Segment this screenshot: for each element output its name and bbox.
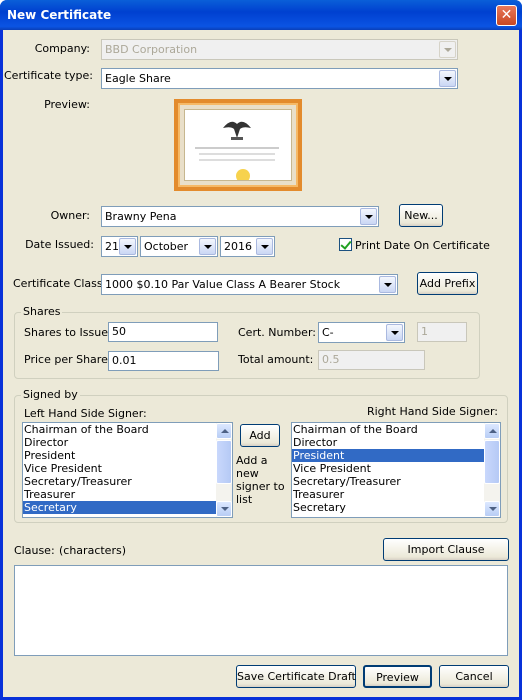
certificate-class-select[interactable]: 1000 $0.10 Par Value Class A Bearer Stoc… (101, 274, 398, 295)
certificate-class-value: 1000 $0.10 Par Value Class A Bearer Stoc… (105, 278, 341, 291)
owner-value: Brawny Pena (105, 210, 177, 223)
price-per-share-input[interactable]: 0.01 (108, 351, 219, 371)
date-issued-label: Date Issued: (25, 238, 94, 251)
company-label: Company: (34, 42, 90, 55)
clause-characters: (characters) (59, 544, 126, 557)
left-signer-label: Left Hand Side Signer: (24, 407, 147, 420)
left-signer-items: Chairman of the Board Director President Vi… (23, 423, 232, 514)
left-signer-item[interactable]: Chairman of the Board (23, 423, 232, 436)
close-icon[interactable]: ✕ (496, 5, 517, 26)
window-title: New Certificate (7, 8, 112, 22)
scroll-down-icon[interactable] (216, 501, 232, 517)
scroll-up-icon[interactable] (484, 423, 500, 439)
print-date-label: Print Date On Certificate (355, 239, 490, 252)
scroll-down-icon[interactable] (484, 501, 500, 517)
signed-by-legend: Signed by (21, 388, 80, 401)
left-signer-item[interactable]: Director (23, 436, 232, 449)
owner-select[interactable]: Brawny Pena (101, 206, 379, 227)
right-signer-item[interactable]: Vice President (292, 462, 500, 475)
price-per-share-label: Price per Share: (24, 353, 112, 366)
chevron-down-icon[interactable] (360, 208, 377, 225)
day-value: 21 (105, 240, 119, 253)
left-signer-item[interactable]: President (23, 449, 232, 462)
add-prefix-button[interactable]: Add Prefix (417, 272, 478, 295)
clause-label: Clause: (14, 544, 55, 557)
owner-label: Owner: (50, 209, 90, 222)
clause-textarea[interactable] (14, 565, 508, 656)
chevron-down-icon[interactable] (439, 70, 456, 87)
certificate-type-select[interactable]: Eagle Share (101, 68, 458, 89)
shares-legend: Shares (21, 305, 63, 318)
scroll-up-icon[interactable] (216, 423, 232, 439)
certificate-preview-image (174, 99, 302, 191)
chevron-down-icon[interactable] (379, 276, 396, 293)
day-select[interactable]: 21 (101, 236, 138, 257)
year-select[interactable]: 2016 (220, 236, 275, 257)
right-signer-item[interactable]: Chairman of the Board (292, 423, 500, 436)
left-signer-item[interactable]: Secretary (23, 501, 232, 514)
left-signer-item[interactable]: Secretary/Treasurer (23, 475, 232, 488)
company-select: BBD Corporation (101, 39, 458, 60)
left-signer-item[interactable]: Vice President (23, 462, 232, 475)
title-bar[interactable]: New Certificate ✕ (0, 0, 522, 30)
left-signer-item[interactable]: Treasurer (23, 488, 232, 501)
print-date-checkbox[interactable] (339, 238, 352, 251)
right-signer-label: Right Hand Side Signer: (366, 405, 498, 418)
cancel-button[interactable]: Cancel (439, 665, 509, 688)
cert-number-prefix-select[interactable]: C- (318, 322, 405, 343)
right-signer-list[interactable]: Chairman of the Board Director President Vi… (291, 422, 501, 518)
scroll-thumb[interactable] (484, 440, 500, 484)
chevron-down-icon[interactable] (386, 324, 403, 341)
right-signer-item[interactable]: President (292, 449, 500, 462)
certificate-type-value: Eagle Share (105, 72, 171, 85)
cert-number-input: 1 (417, 322, 467, 342)
add-signer-hint: Add a new signer to list (236, 454, 285, 506)
scroll-thumb[interactable] (216, 440, 232, 484)
month-select[interactable]: October (140, 236, 218, 257)
shares-to-issue-input[interactable]: 50 (108, 322, 218, 342)
certificate-type-label: Certificate type: (4, 69, 93, 82)
cert-number-label: Cert. Number: (238, 326, 316, 339)
company-value: BBD Corporation (105, 43, 198, 56)
chevron-down-icon (439, 41, 456, 58)
eagle-icon (195, 121, 279, 183)
shares-to-issue-label: Shares to Issue: (24, 326, 112, 339)
save-certificate-draft-button[interactable]: Save Certificate Draft (236, 665, 356, 688)
left-signer-list[interactable]: Chairman of the Board Director President Vi… (22, 422, 233, 518)
certificate-class-label: Certificate Class: (13, 277, 107, 290)
preview-label: Preview: (44, 98, 90, 111)
total-amount-input: 0.5 (318, 350, 425, 370)
month-value: October (144, 240, 189, 253)
right-signer-item[interactable]: Treasurer (292, 488, 500, 501)
right-scrollbar[interactable] (484, 423, 500, 517)
right-signer-items: Chairman of the Board Director President Vi… (292, 423, 500, 514)
left-scrollbar[interactable] (216, 423, 232, 517)
chevron-down-icon[interactable] (119, 238, 136, 255)
cert-number-prefix-value: C- (322, 326, 334, 339)
preview-button[interactable]: Preview (363, 665, 432, 688)
right-signer-item[interactable]: Director (292, 436, 500, 449)
right-signer-item[interactable]: Secretary/Treasurer (292, 475, 500, 488)
right-signer-item[interactable]: Secretary (292, 501, 500, 514)
chevron-down-icon[interactable] (199, 238, 216, 255)
year-value: 2016 (224, 240, 252, 253)
total-amount-label: Total amount: (238, 353, 314, 366)
import-clause-button[interactable]: Import Clause (383, 538, 509, 561)
chevron-down-icon[interactable] (256, 238, 273, 255)
add-signer-button[interactable]: Add (240, 424, 280, 447)
new-owner-button[interactable]: New... (399, 204, 443, 227)
